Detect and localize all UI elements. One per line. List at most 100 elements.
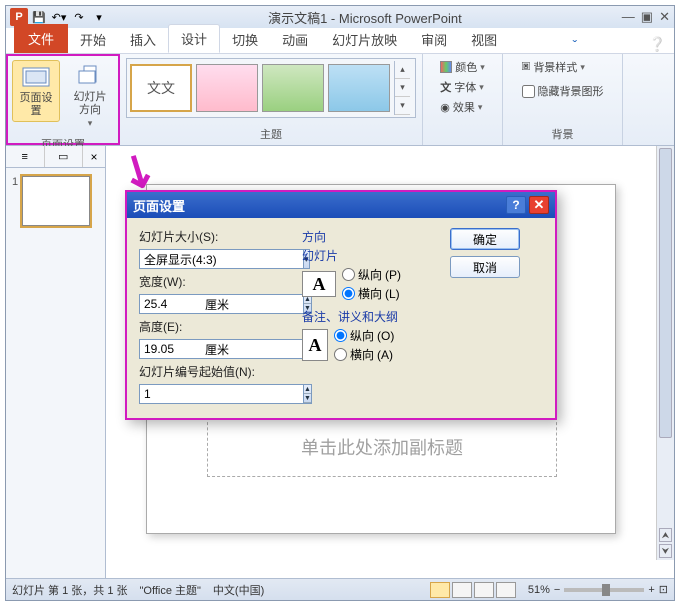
landscape-icon: A [302,271,336,297]
status-language[interactable]: 中文(中国) [213,582,264,598]
hide-bg-graphics-checkbox[interactable]: 隐藏背景图形 [520,82,606,100]
group-themes: 文文 ▴ ▾ ▾ 主题 [120,54,423,145]
height-label: 高度(E): [139,318,294,335]
tab-slideshow[interactable]: 幻灯片放映 [320,26,409,53]
thumb-image [22,176,90,226]
group-background: 🞖背景样式 ▾ 隐藏背景图形 背景 [503,54,623,145]
orientation-title: 方向 [302,228,442,245]
scroll-thumb[interactable] [659,148,672,438]
dialog-titlebar[interactable]: 页面设置 ? ✕ [127,192,555,218]
height-unit: 厘米 [205,341,229,358]
ribbon-tabs: 文件 开始 插入 设计 切换 动画 幻灯片放映 审阅 视图 ˇ ❔ [6,28,674,54]
zoom-out-button[interactable]: − [554,584,560,596]
view-sorter-button[interactable] [452,582,472,598]
thumb-list: 1 [6,168,105,234]
dialog-close-button[interactable]: ✕ [529,196,549,214]
zoom-value[interactable]: 51% [528,584,550,596]
slide-size-combo[interactable]: ▾ [139,249,294,269]
restore-button[interactable]: ▣ [641,9,653,25]
panel-tab-thumbs[interactable]: ▭ [45,146,84,167]
number-from-spinner[interactable]: ▲▼ [139,384,201,404]
tab-design[interactable]: 设计 [168,24,220,53]
cancel-button[interactable]: 取消 [450,256,520,278]
orientation-label: 幻灯片方向▾ [69,91,111,131]
ok-button[interactable]: 确定 [450,228,520,250]
page-setup-button[interactable]: 页面设置 [12,60,60,122]
help-icon[interactable]: ❔ [649,36,666,53]
group-theme-variants: 颜色 ▾ 文字体 ▾ ◉效果 ▾ [423,54,503,145]
notes-landscape-radio[interactable]: 横向(A) [334,346,394,363]
slide-size-label: 幻灯片大小(S): [139,228,294,245]
tab-view[interactable]: 视图 [459,26,509,53]
background-styles-button[interactable]: 🞖背景样式 ▾ [520,58,587,76]
number-from-label: 幻灯片编号起始值(N): [139,363,294,380]
width-unit: 厘米 [205,296,229,313]
width-label: 宽度(W): [139,273,294,290]
qat-more-icon[interactable]: ▾ [90,8,108,26]
panel-close-button[interactable]: × [83,146,105,167]
tab-home[interactable]: 开始 [68,26,118,53]
notes-portrait-radio[interactable]: 纵向(O) [334,327,394,344]
dialog-page-setup: 页面设置 ? ✕ 幻灯片大小(S): ▾ 宽度(W): ▲▼ 厘米 高度(E): [125,190,557,420]
number-from-input[interactable] [139,384,304,404]
status-slide-info: 幻灯片 第 1 张，共 1 张 [12,582,128,598]
view-normal-button[interactable] [430,582,450,598]
effects-button[interactable]: ◉效果 ▾ [438,98,484,116]
chevron-down-icon: ▾ [88,118,93,128]
minimize-button[interactable]: — [622,9,635,25]
slides-portrait-radio[interactable]: 纵向(P) [342,266,401,283]
status-theme: "Office 主题" [140,582,201,598]
orientation-icon [74,63,106,89]
gallery-down-icon[interactable]: ▾ [395,79,410,97]
width-spinner[interactable]: ▲▼ [139,294,201,314]
theme-thumb-4[interactable] [328,64,390,112]
gallery-scroll: ▴ ▾ ▾ [394,61,410,115]
scrollbar-vertical[interactable]: ⮝ ⮟ [656,146,674,560]
tab-file[interactable]: 文件 [14,24,68,53]
panel-tab-outline[interactable]: ≡ [6,146,45,167]
fonts-button[interactable]: 文字体 ▾ [438,78,486,96]
slide-size-input[interactable] [139,249,304,269]
thumb-number: 1 [12,176,18,226]
theme-gallery[interactable]: 文文 ▴ ▾ ▾ [126,58,416,118]
dialog-help-button[interactable]: ? [506,196,526,214]
theme-thumb-2[interactable] [196,64,258,112]
zoom-fit-button[interactable]: ⊡ [659,583,668,596]
zoom-in-button[interactable]: + [648,584,654,596]
colors-button[interactable]: 颜色 ▾ [438,58,487,76]
page-setup-label: 页面设置 [16,92,56,118]
dialog-title: 页面设置 [133,196,185,215]
collapse-ribbon-icon[interactable]: ˇ [573,37,578,53]
panel-tabs: ≡ ▭ × [6,146,105,168]
close-button[interactable]: ✕ [659,9,670,25]
statusbar: 幻灯片 第 1 张，共 1 张 "Office 主题" 中文(中国) 51% −… [6,578,674,600]
slides-orient-title: 幻灯片 [302,247,442,264]
tab-insert[interactable]: 插入 [118,26,168,53]
tab-transitions[interactable]: 切换 [220,26,270,53]
notes-orient-title: 备注、讲义和大纲 [302,308,442,325]
slide-panel: ≡ ▭ × 1 [6,146,106,578]
effects-icon: ◉ [440,101,450,114]
theme-thumb-3[interactable] [262,64,324,112]
theme-thumb-1[interactable]: 文文 [130,64,192,112]
view-reading-button[interactable] [474,582,494,598]
next-slide-button[interactable]: ⮟ [659,544,672,558]
tab-review[interactable]: 审阅 [409,26,459,53]
zoom-control: 51% − + ⊡ [528,583,668,596]
view-slideshow-button[interactable] [496,582,516,598]
bg-styles-icon: 🞖 [522,61,531,74]
gallery-more-icon[interactable]: ▾ [395,97,410,115]
subtitle-placeholder[interactable]: 单击此处添加副标题 [207,417,557,477]
group-label-variants [429,128,496,144]
height-spinner[interactable]: ▲▼ [139,339,201,359]
slide-thumb-1[interactable]: 1 [12,176,99,226]
slide-orientation-button[interactable]: 幻灯片方向▾ [66,60,114,134]
gallery-up-icon[interactable]: ▴ [395,61,410,79]
tab-animations[interactable]: 动画 [270,26,320,53]
group-page-setup: 页面设置 幻灯片方向▾ 页面设置 [6,54,120,145]
prev-slide-button[interactable]: ⮝ [659,528,672,542]
slides-landscape-radio[interactable]: 横向(L) [342,285,401,302]
dialog-body: 幻灯片大小(S): ▾ 宽度(W): ▲▼ 厘米 高度(E): ▲▼ 厘米 [127,218,555,418]
redo-icon[interactable]: ↷ [70,8,88,26]
zoom-slider[interactable] [564,588,644,592]
